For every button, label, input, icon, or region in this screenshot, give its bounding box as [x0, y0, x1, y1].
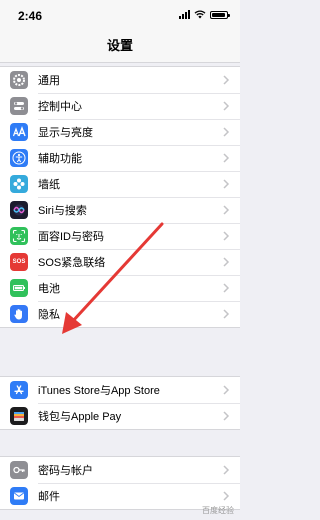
wallet-icon	[10, 407, 28, 425]
settings-row-general[interactable]: 通用	[0, 67, 240, 93]
settings-row-label: iTunes Store与App Store	[38, 385, 160, 397]
settings-row-face-id[interactable]: 面容ID与密码	[0, 223, 240, 249]
chevron-right-icon	[223, 127, 230, 137]
sos-icon: SOS	[10, 253, 28, 271]
settings-row-itunes-app-store[interactable]: iTunes Store与App Store	[0, 377, 240, 403]
toggles-icon	[10, 97, 28, 115]
settings-row-privacy[interactable]: 隐私	[0, 301, 240, 327]
chevron-right-icon	[223, 179, 230, 189]
settings-row-wallet-apple-pay[interactable]: 钱包与Apple Pay	[0, 403, 240, 429]
settings-row-emergency-sos[interactable]: SOS SOS紧急联络	[0, 249, 240, 275]
chevron-right-icon	[223, 491, 230, 501]
chevron-right-icon	[223, 231, 230, 241]
settings-row-display[interactable]: 显示与亮度	[0, 119, 240, 145]
chevron-right-icon	[223, 205, 230, 215]
settings-row-siri[interactable]: Siri与搜索	[0, 197, 240, 223]
battery-status-icon	[210, 10, 230, 19]
key-icon	[10, 461, 28, 479]
siri-icon	[10, 201, 28, 219]
settings-row-label: 辅助功能	[38, 153, 82, 165]
settings-row-passwords-accounts[interactable]: 密码与帐户	[0, 457, 240, 483]
face-id-icon	[10, 227, 28, 245]
chevron-right-icon	[223, 309, 230, 319]
settings-row-label: 面容ID与密码	[38, 231, 104, 243]
settings-row-accessibility[interactable]: 辅助功能	[0, 145, 240, 171]
settings-group-stores: iTunes Store与App Store 钱包与Apple Pay	[0, 376, 240, 430]
settings-row-label: 邮件	[38, 491, 60, 503]
display-aa-icon	[10, 123, 28, 141]
flower-icon	[10, 175, 28, 193]
settings-row-label: SOS紧急联络	[38, 257, 106, 269]
settings-row-label: 钱包与Apple Pay	[38, 411, 122, 423]
settings-row-control-center[interactable]: 控制中心	[0, 93, 240, 119]
page-title: 设置	[0, 30, 240, 63]
settings-row-label: 控制中心	[38, 101, 82, 113]
settings-row-label: 显示与亮度	[38, 127, 93, 139]
accessibility-icon	[10, 149, 28, 167]
status-time: 2:46	[18, 9, 43, 23]
mail-icon	[10, 487, 28, 505]
chevron-right-icon	[223, 283, 230, 293]
chevron-right-icon	[223, 257, 230, 267]
settings-row-label: 墙纸	[38, 179, 60, 191]
hand-icon	[10, 305, 28, 323]
settings-row-label: 电池	[38, 283, 60, 295]
settings-row-battery[interactable]: 电池	[0, 275, 240, 301]
gear-icon	[10, 71, 28, 89]
settings-row-label: 通用	[38, 75, 60, 87]
status-icons	[179, 10, 230, 19]
settings-row-label: 密码与帐户	[38, 465, 93, 477]
chevron-right-icon	[223, 153, 230, 163]
settings-row-label: Siri与搜索	[38, 205, 87, 217]
cellular-signal-icon	[179, 10, 190, 19]
chevron-right-icon	[223, 101, 230, 111]
watermark: 百度经验	[202, 506, 234, 515]
wifi-icon	[194, 10, 206, 19]
settings-group-main: 通用 控制中心 显示与亮度 辅助功能 墙纸 Siri与搜索 面容ID与密码 SO…	[0, 66, 240, 328]
app-store-icon	[10, 381, 28, 399]
chevron-right-icon	[223, 385, 230, 395]
battery-icon	[10, 279, 28, 297]
chevron-right-icon	[223, 75, 230, 85]
settings-row-label: 隐私	[38, 309, 60, 321]
chevron-right-icon	[223, 411, 230, 421]
chevron-right-icon	[223, 465, 230, 475]
settings-row-wallpaper[interactable]: 墙纸	[0, 171, 240, 197]
settings-group-accounts: 密码与帐户 邮件	[0, 456, 240, 510]
status-bar: 2:46	[0, 0, 240, 30]
